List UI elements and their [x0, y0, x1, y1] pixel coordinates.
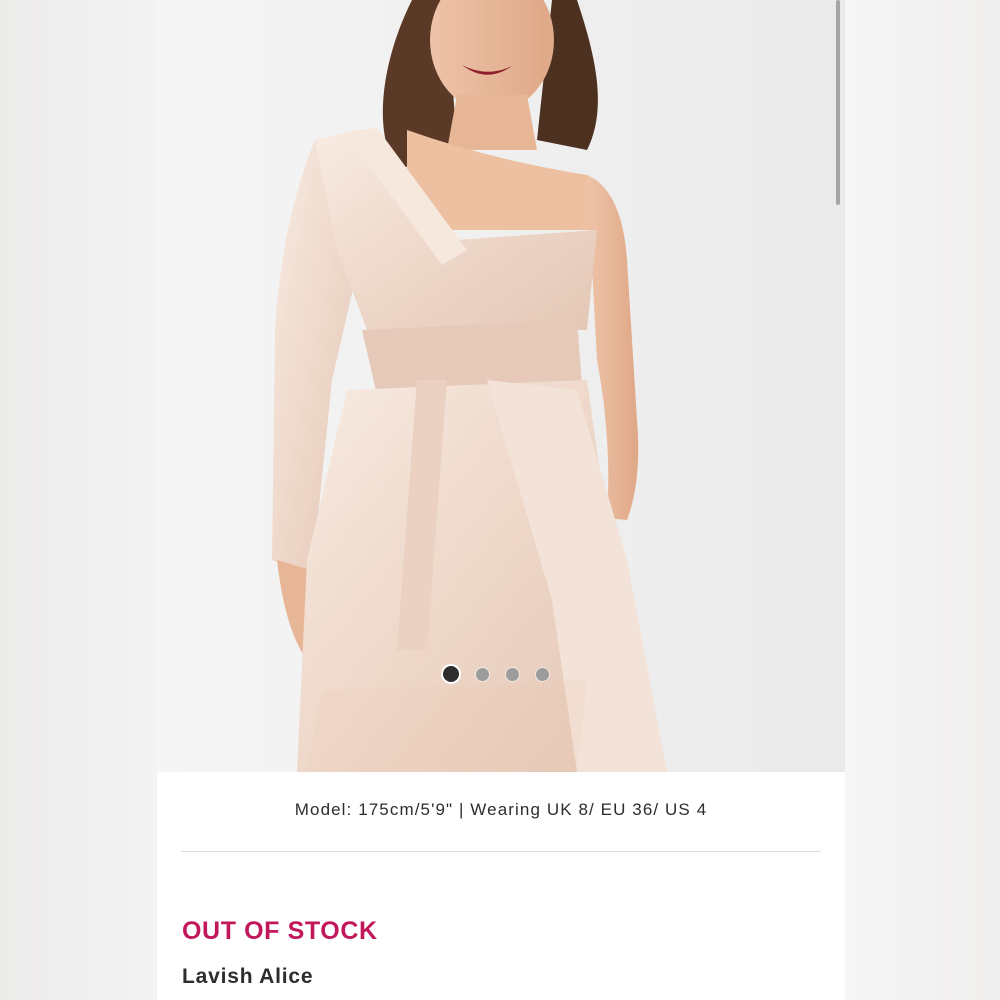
divider	[181, 851, 821, 852]
product-image-gallery[interactable]	[157, 0, 845, 772]
carousel-dot-3[interactable]	[506, 667, 519, 681]
carousel-dots	[443, 666, 549, 682]
app-window: Model: 175cm/5'9" | Wearing UK 8/ EU 36/…	[0, 0, 1000, 1000]
right-background	[845, 0, 1000, 1000]
scrollbar-thumb[interactable]	[836, 0, 840, 205]
carousel-dot-2[interactable]	[476, 667, 489, 681]
product-page: Model: 175cm/5'9" | Wearing UK 8/ EU 36/…	[157, 0, 845, 1000]
product-image	[157, 0, 845, 772]
brand-name[interactable]: Lavish Alice	[182, 965, 313, 989]
left-background	[0, 0, 157, 1000]
carousel-dot-1[interactable]	[443, 666, 459, 682]
carousel-dot-4[interactable]	[536, 667, 549, 681]
stock-status: OUT OF STOCK	[182, 917, 378, 945]
model-info-text: Model: 175cm/5'9" | Wearing UK 8/ EU 36/…	[294, 800, 708, 819]
